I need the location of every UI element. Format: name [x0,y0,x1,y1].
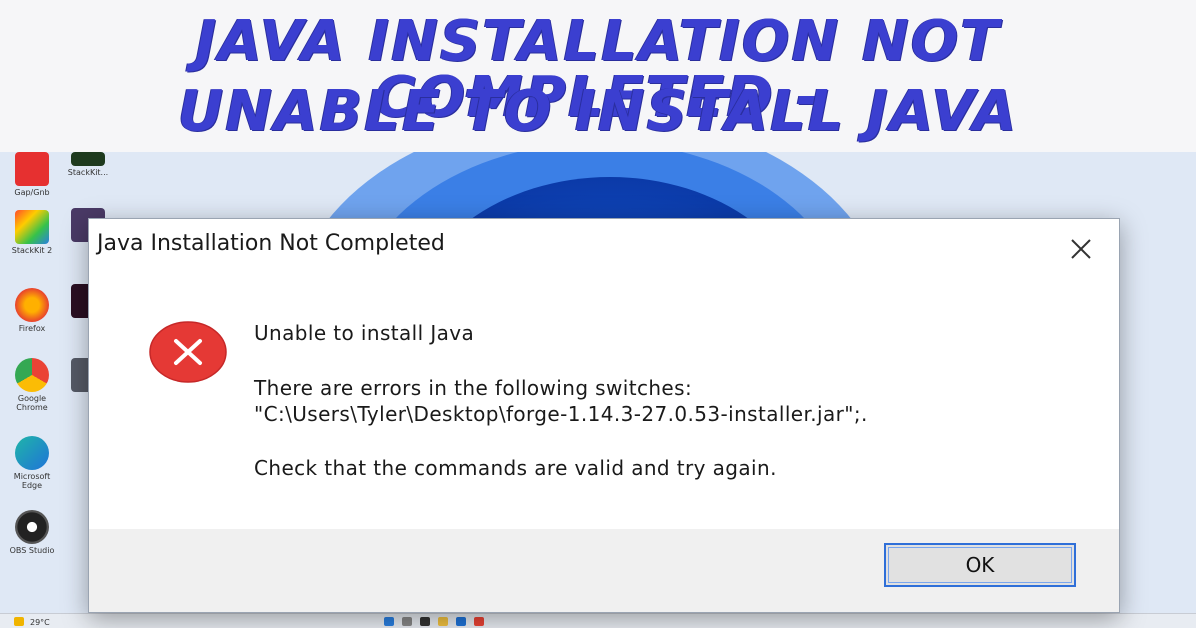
close-button[interactable] [1061,229,1101,269]
error-heading: Unable to install Java [254,321,475,345]
banner-title-line2: Unable to Install Java [177,79,1019,144]
desktop-icon[interactable]: Firefox [4,288,60,333]
desktop-icon-label: Google Chrome [16,394,48,412]
desktop-icon[interactable]: Gap/Gnb [4,152,60,197]
desktop-icon-label: Gap/Gnb [14,188,50,197]
desktop-icon[interactable]: StackKit 2 [4,210,60,255]
edge-taskbar-icon[interactable] [456,617,466,626]
chrome-icon [15,358,49,392]
error-hint: Check that the commands are valid and tr… [254,456,777,480]
error-dialog: Java Installation Not Completed Unable t… [88,218,1120,613]
dialog-title: Java Installation Not Completed [97,231,445,256]
desktop-icon-label: Firefox [18,324,46,333]
chrome-taskbar-icon[interactable] [474,617,484,626]
error-message-path: "C:\Users\Tyler\Desktop\forge-1.14.3-27.… [254,402,868,426]
title-banner: Java Installation Not Completed - Unable… [0,0,1196,152]
weather-icon[interactable] [14,617,24,626]
edge-icon [15,436,49,470]
taskbar: 29°C [0,613,1196,628]
weather-text: 29°C [30,618,50,627]
task-view-icon[interactable] [420,617,430,626]
ok-button[interactable]: OK [884,543,1076,587]
desktop-icon[interactable]: OBS Studio [4,510,60,555]
desktop-icon-label: Microsoft Edge [13,472,51,490]
desktop-icon[interactable]: StackKit... [60,152,116,177]
search-icon[interactable] [402,617,412,626]
app-icon [71,152,105,166]
desktop-icon[interactable]: Microsoft Edge [4,436,60,490]
close-icon [1071,239,1091,259]
desktop-icon-label: StackKit... [67,168,109,177]
desktop-icon-label: StackKit 2 [11,246,53,255]
error-message-line1: There are errors in the following switch… [254,376,693,400]
desktop-icon[interactable]: Google Chrome [4,358,60,412]
file-explorer-icon[interactable] [438,617,448,626]
obs-icon [15,510,49,544]
firefox-icon [15,288,49,322]
desktop-icon-label: OBS Studio [9,546,55,555]
error-icon [149,321,227,383]
app-icon [15,152,49,186]
start-icon[interactable] [384,617,394,626]
dialog-footer: OK [89,529,1119,612]
app-icon [15,210,49,244]
